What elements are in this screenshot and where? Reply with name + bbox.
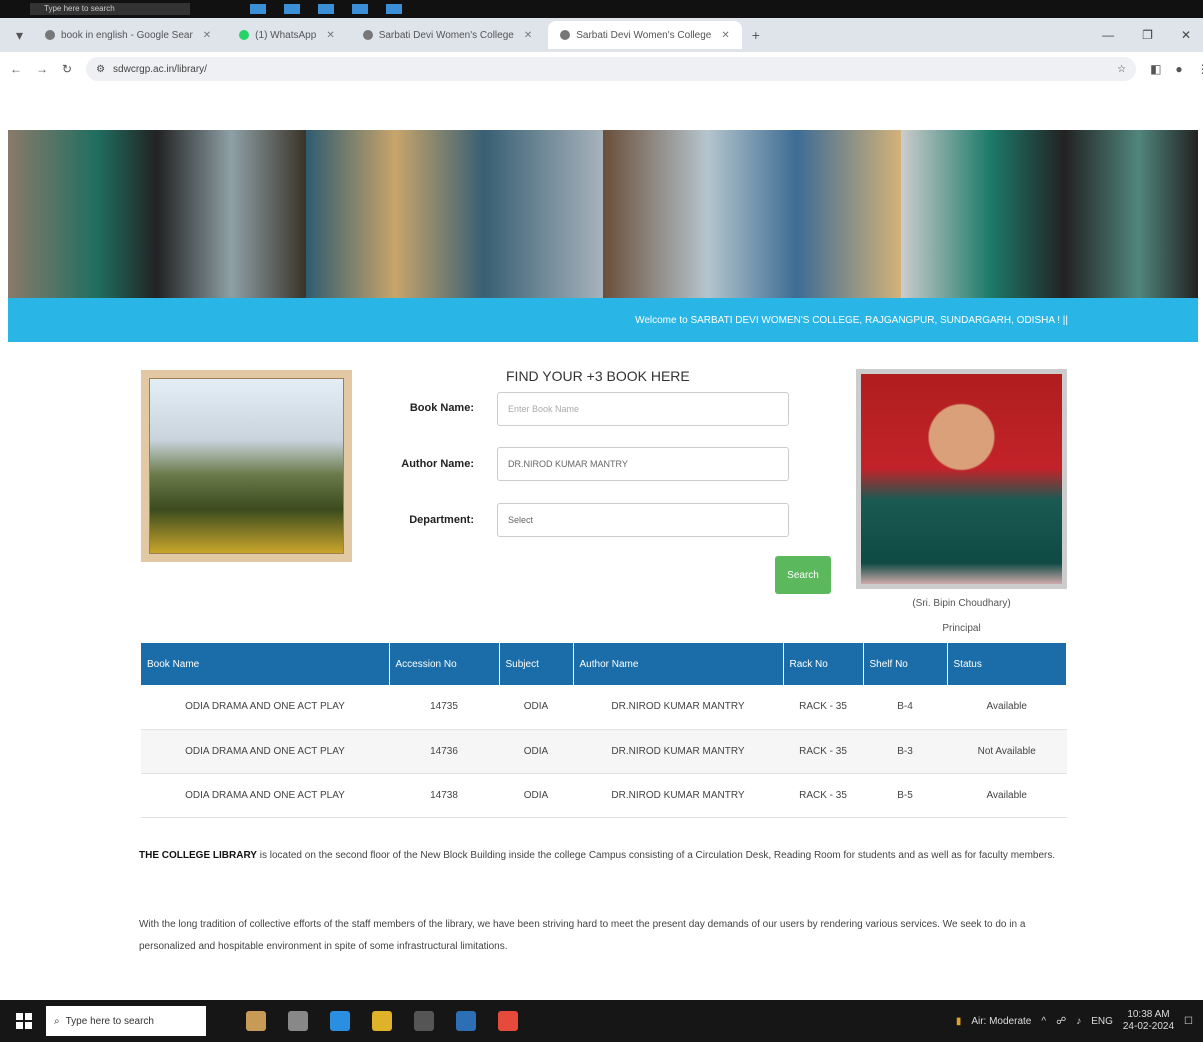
store-icon[interactable]	[456, 1011, 476, 1031]
status-badge: Available	[947, 685, 1067, 730]
cortana-image-icon[interactable]	[246, 1011, 266, 1031]
banner-photo	[603, 130, 901, 298]
weather-icon: ▮	[955, 1015, 962, 1027]
search-button[interactable]: Search	[775, 556, 831, 594]
close-tab-icon[interactable]: ✕	[203, 30, 211, 41]
author-name-input[interactable]: DR.NIROD KUMAR MANTRY	[497, 447, 789, 481]
tab-strip: ▾ book in english - Google Sear ✕ (1) Wh…	[0, 18, 1203, 52]
col-rack-no: Rack No	[783, 643, 864, 685]
library-heading: THE COLLEGE LIBRARY	[139, 850, 257, 861]
welcome-marquee: Welcome to SARBATI DEVI WOMEN'S COLLEGE,…	[8, 298, 1198, 342]
department-label: Department:	[409, 514, 474, 526]
language-label[interactable]: ENG	[1091, 1016, 1113, 1027]
windows-taskbar: ⌕ Type here to search ▮ Air: Moderate ^ …	[0, 1000, 1203, 1042]
principal-photo	[856, 369, 1067, 589]
calculator-icon[interactable]	[414, 1011, 434, 1031]
globe-icon	[560, 30, 571, 40]
volume-icon[interactable]: ♪	[1076, 1016, 1081, 1027]
weather-label[interactable]: Air: Moderate	[971, 1016, 1031, 1027]
tab-whatsapp[interactable]: (1) WhatsApp ✕	[227, 21, 347, 49]
google-icon	[45, 30, 56, 40]
library-tradition-paragraph: With the long tradition of collective ef…	[139, 919, 1026, 952]
minimize-icon[interactable]: —	[1102, 28, 1114, 42]
tray-chevron-icon[interactable]: ^	[1041, 1016, 1046, 1027]
department-select[interactable]: Select	[497, 503, 789, 537]
search-icon: ⌕	[54, 1015, 60, 1027]
browser-chrome: ▾ book in english - Google Sear ✕ (1) Wh…	[0, 18, 1203, 86]
tab-college-1[interactable]: Sarbati Devi Women's College ✕	[351, 21, 545, 49]
taskbar-apps	[246, 1011, 518, 1031]
col-status: Status	[947, 643, 1067, 685]
banner-photo	[8, 130, 306, 298]
principal-role: Principal	[942, 623, 981, 634]
col-author-name: Author Name	[573, 643, 784, 685]
sidepanel-icon[interactable]: ◧	[1150, 62, 1161, 76]
file-explorer-icon[interactable]	[372, 1011, 392, 1031]
whatsapp-icon	[239, 30, 250, 40]
col-accession-no: Accession No	[389, 643, 500, 685]
book-name-input[interactable]: Enter Book Name	[497, 392, 789, 426]
task-view-icon[interactable]	[288, 1011, 308, 1031]
close-tab-icon[interactable]: ✕	[326, 30, 334, 41]
author-name-label: Author Name:	[401, 458, 474, 470]
site-info-icon[interactable]: ⚙	[96, 64, 105, 75]
table-row: ODIA DRAMA AND ONE ACT PLAY 14738 ODIA D…	[141, 773, 1067, 818]
address-bar-row: ← → ↻ ⚙ sdwcrgp.ac.in/library/ ☆ ◧ ● ⋮	[0, 52, 1203, 86]
clock[interactable]: 10:38 AM 24-02-2024	[1123, 1009, 1174, 1033]
col-subject: Subject	[499, 643, 574, 685]
menu-icon[interactable]: ⋮	[1197, 62, 1203, 76]
reload-icon[interactable]: ↻	[62, 62, 72, 76]
globe-icon	[362, 30, 373, 40]
library-banner	[8, 130, 1198, 298]
col-book-name: Book Name	[141, 643, 390, 685]
network-icon[interactable]: ☍	[1056, 1016, 1066, 1027]
profile-icon[interactable]: ●	[1175, 62, 1182, 76]
status-badge: Available	[947, 773, 1067, 818]
college-building-photo	[141, 370, 352, 562]
back-icon[interactable]: ←	[10, 62, 22, 76]
banner-photo	[900, 130, 1198, 298]
banner-photo	[305, 130, 603, 298]
top-strip-app-icons	[250, 4, 402, 14]
close-tab-icon[interactable]: ✕	[721, 30, 729, 41]
table-row: ODIA DRAMA AND ONE ACT PLAY 14735 ODIA D…	[141, 685, 1067, 730]
bookmark-star-icon[interactable]: ☆	[1117, 64, 1126, 75]
new-tab-icon[interactable]: +	[746, 27, 766, 43]
forward-icon[interactable]: →	[36, 62, 48, 76]
tab-google-search[interactable]: book in english - Google Sear ✕	[33, 21, 223, 49]
top-taskbar-strip: Type here to search	[0, 0, 1203, 18]
table-row: ODIA DRAMA AND ONE ACT PLAY 14736 ODIA D…	[141, 729, 1067, 774]
col-shelf-no: Shelf No	[863, 643, 948, 685]
book-name-label: Book Name:	[409, 402, 474, 414]
status-badge: Not Available	[947, 729, 1067, 774]
table-header-row: Book Name Accession No Subject Author Na…	[141, 643, 1067, 685]
url-field[interactable]: ⚙ sdwcrgp.ac.in/library/ ☆	[86, 57, 1137, 81]
tab-list-icon[interactable]: ▾	[10, 27, 29, 44]
library-about-paragraph: THE COLLEGE LIBRARY is located on the se…	[139, 850, 1056, 861]
notification-icon[interactable]: ☐	[1184, 1016, 1193, 1027]
chrome-icon[interactable]	[498, 1011, 518, 1031]
taskbar-search-input[interactable]: ⌕ Type here to search	[46, 1006, 206, 1036]
principal-name: (Sri. Bipin Choudhary)	[912, 598, 1011, 609]
windows-start-icon[interactable]	[16, 1013, 32, 1029]
top-search-box[interactable]: Type here to search	[30, 3, 190, 15]
restore-icon[interactable]: ❐	[1142, 28, 1153, 42]
tab-college-active[interactable]: Sarbati Devi Women's College ✕	[548, 21, 742, 49]
system-tray: ▮ Air: Moderate ^ ☍ ♪ ENG 10:38 AM 24-02…	[956, 1009, 1203, 1033]
edge-icon[interactable]	[330, 1011, 350, 1031]
close-window-icon[interactable]: ✕	[1181, 28, 1191, 42]
search-form-title: FIND YOUR +3 BOOK HERE	[506, 368, 690, 384]
close-tab-icon[interactable]: ✕	[524, 30, 532, 41]
window-controls: — ❐ ✕	[1102, 28, 1203, 42]
books-table: Book Name Accession No Subject Author Na…	[141, 643, 1067, 818]
